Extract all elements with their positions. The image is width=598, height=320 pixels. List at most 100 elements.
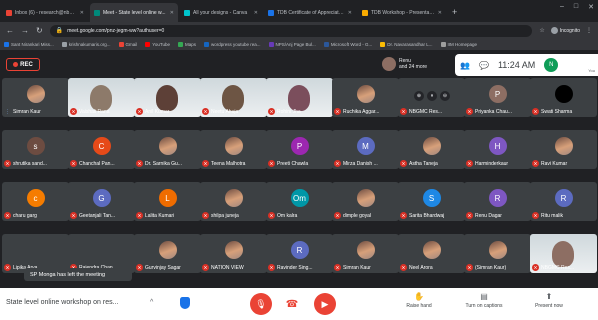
bookmark-label: Microsoft Word - G... (330, 42, 373, 47)
participant-tile[interactable]: ⨯ Ruchika Aggar... (332, 78, 399, 117)
star-icon[interactable]: ☆ (539, 27, 544, 34)
new-tab-button[interactable]: + (448, 3, 461, 22)
browser-tab[interactable]: Meet - State level online w... ✕ (90, 3, 178, 22)
participant-tile[interactable]: ⨯ Ravi Kumar (530, 130, 597, 169)
bookmark-item[interactable]: krishnakumaris.org... (61, 42, 111, 47)
participant-tile[interactable]: ⋮ Simran Kaur (2, 78, 69, 117)
close-tab-icon[interactable]: ✕ (348, 10, 352, 16)
shield-icon[interactable] (180, 297, 190, 309)
incognito-indicator[interactable]: Incognito (550, 27, 580, 34)
participant-photo (356, 85, 375, 103)
participant-tile[interactable]: C ⨯ Chanchal Pan... (68, 130, 135, 169)
mute-icon[interactable]: ⏸ (427, 91, 437, 101)
mic-muted-icon: ⨯ (334, 212, 341, 219)
participant-name: Neetu Ahuja (211, 109, 239, 115)
browser-tab[interactable]: Inbox (6) - research@nbpm... ✕ (2, 3, 88, 22)
participant-tile[interactable]: c ⨯ charu garg (2, 182, 69, 221)
mic-muted-icon: ⨯ (4, 212, 11, 219)
action-raise-hand-button[interactable]: ✋ Raise hand (390, 292, 448, 309)
close-tab-icon[interactable]: ✕ (438, 10, 442, 16)
participant-tile[interactable]: ⨯ NBGMC Res... (530, 234, 597, 273)
participant-name: Simran Kaur (13, 109, 41, 115)
bookmark-favicon-icon (145, 42, 151, 47)
participant-tile[interactable]: ⨯ shilpa juneja (200, 182, 267, 221)
participant-face (552, 241, 574, 267)
tile-hover-controls: ⊕ ⏸ ⊖ (414, 91, 450, 101)
participant-tile[interactable]: ⨯ Rohini Jha (266, 78, 333, 117)
people-icon[interactable]: 👥 (460, 61, 470, 70)
recording-badge: REC (6, 58, 40, 71)
bookmark-item[interactable]: IIM Homepage (440, 42, 478, 47)
participant-tile[interactable]: s ⨯ shrutika sand... (2, 130, 69, 169)
bookmark-item[interactable]: Sant Nirankari Miss... (4, 42, 54, 47)
participant-tile[interactable]: P ⨯ Priyanka Chau... (464, 78, 531, 117)
participant-tile[interactable]: ⨯ Gurvinjay Sagar (134, 234, 201, 273)
pin-icon[interactable]: ⊕ (414, 91, 424, 101)
participant-name: NBGMC Res... (541, 265, 575, 271)
bookmark-item[interactable]: wordpress youtube rea... (204, 42, 261, 47)
participant-tile[interactable]: ⨯ (Simran Kaur) (464, 234, 531, 273)
browser-tab[interactable]: All your designs - Canva ✕ (180, 3, 262, 22)
bookmark-label: IIM Homepage (447, 42, 478, 47)
participant-photo (224, 241, 243, 259)
mic-muted-icon: ⨯ (400, 160, 407, 167)
leave-call-button[interactable]: ☎ (283, 295, 301, 313)
browser-tab[interactable]: TDB Certificate of Appreciatio... ✕ (264, 3, 356, 22)
reload-icon[interactable]: ↻ (36, 26, 43, 35)
forward-icon[interactable]: → (21, 26, 29, 35)
participant-tile[interactable]: ⊕ ⏸ ⊖ ⨯ NBGMC Res... (398, 78, 465, 117)
participant-tile[interactable]: ⨯ Teena Malhotra (200, 130, 267, 169)
back-icon[interactable]: ← (6, 26, 14, 35)
participant-tile[interactable]: R ⨯ Ravinder Sing... (266, 234, 333, 273)
participant-tile[interactable]: ⨯ Vaishali Rana (68, 78, 135, 117)
participant-tile[interactable]: Om ⨯ Om kalra (266, 182, 333, 221)
menu-icon[interactable]: ⋮ (586, 27, 592, 34)
bookmark-item[interactable]: YouTube (145, 42, 170, 47)
bookmark-item[interactable]: Dr. Navarasandhar L... (380, 42, 433, 47)
participant-tile[interactable]: R ⨯ Renu Dagar (464, 182, 531, 221)
participant-tile[interactable]: ⨯ dimple goyal (332, 182, 399, 221)
bookmark-item[interactable]: Microsoft Word - G... (323, 42, 373, 47)
mic-muted-icon: ⨯ (202, 264, 209, 271)
camera-toggle-button[interactable]: ▶ (314, 293, 336, 315)
participant-tile[interactable]: ⨯ Anil Kumar (134, 78, 201, 117)
chevron-up-icon[interactable]: ^ (150, 299, 153, 306)
participant-tile[interactable]: R ⨯ Ritu malik (530, 182, 597, 221)
close-tab-icon[interactable]: ✕ (254, 10, 258, 16)
participant-tile[interactable]: M ⨯ Mirza Danish ... (332, 130, 399, 169)
participant-photo (224, 137, 243, 155)
bookmark-item[interactable]: Maps (177, 42, 196, 47)
bookmark-item[interactable]: Gmail (118, 42, 137, 47)
participant-tile[interactable]: P ⨯ Preeti Chawla (266, 130, 333, 169)
participant-tile[interactable]: H ⨯ Harminderkaur (464, 130, 531, 169)
remove-icon[interactable]: ⊖ (440, 91, 450, 101)
speaking-icon: ⋮ (5, 108, 10, 115)
presenter-chip[interactable]: Renu and 24 more (382, 55, 427, 73)
address-field[interactable]: 🔒 meet.google.com/pnz-jegm-ww?authuser=0 (49, 24, 533, 37)
maximize-button[interactable]: □ (574, 3, 578, 11)
mic-muted-icon: ⨯ (400, 108, 407, 115)
browser-tab[interactable]: TDB Workshop - Presentatio... ✕ (358, 3, 446, 22)
minimize-button[interactable]: – (560, 3, 564, 11)
action-present-now-button[interactable]: ⬆ Present now (520, 292, 578, 309)
close-window-button[interactable]: ✕ (588, 3, 594, 11)
participant-tile[interactable]: ⨯ Dr. Sarnika Gu... (134, 130, 201, 169)
close-tab-icon[interactable]: ✕ (80, 10, 84, 16)
participant-tile[interactable]: ⨯ NATION VIEW (200, 234, 267, 273)
action-captions-button[interactable]: ▤ Turn on captions (455, 292, 513, 309)
participant-tile[interactable]: ⨯ Astha Taneja (398, 130, 465, 169)
mic-toggle-button[interactable]: 🎙 (250, 293, 272, 315)
participant-tile[interactable]: ⨯ Simran Kaur (332, 234, 399, 273)
participant-tile[interactable]: G ⨯ Geetanjali Tan... (68, 182, 135, 221)
self-avatar[interactable]: N (544, 58, 559, 72)
close-tab-icon[interactable]: ✕ (170, 10, 174, 16)
mic-muted-icon: ⨯ (532, 264, 539, 271)
bookmark-item[interactable]: NPS/Anj Page Bul... (268, 42, 316, 47)
participant-tile[interactable]: ⨯ Neel Arora (398, 234, 465, 273)
participant-tile[interactable]: ⨯ Neetu Ahuja (200, 78, 267, 117)
tab-favicon-icon (362, 9, 368, 16)
participant-tile[interactable]: ⨯ Swati Sharma (530, 78, 597, 117)
participant-tile[interactable]: S ⨯ Sarita Bhardwaj (398, 182, 465, 221)
participant-tile[interactable]: L ⨯ Lalita Kumari (134, 182, 201, 221)
chat-icon[interactable]: 💬 (479, 61, 489, 70)
